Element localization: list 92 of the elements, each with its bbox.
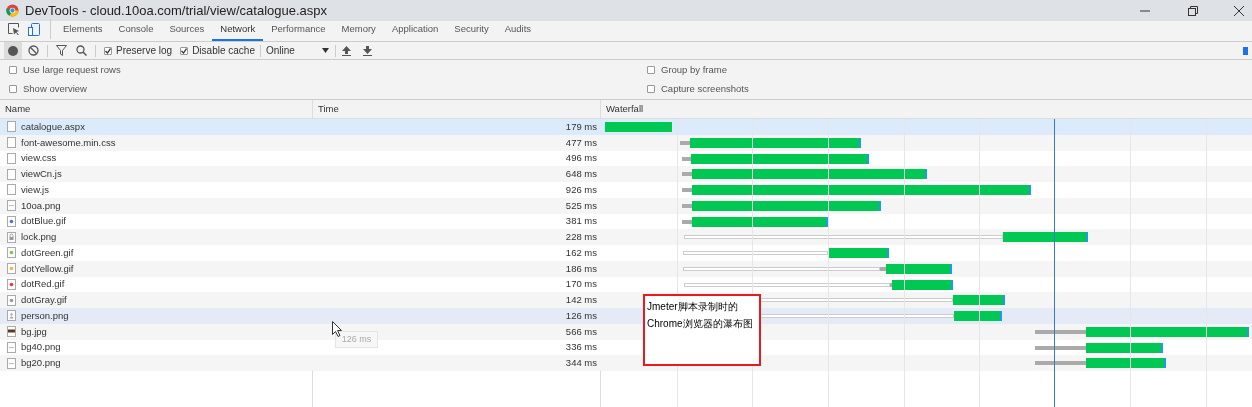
file-icon xyxy=(7,137,16,149)
image-file-icon xyxy=(7,326,16,338)
file-icon xyxy=(7,168,16,180)
mouse-cursor-icon xyxy=(332,321,343,337)
request-time: 162 ms xyxy=(565,245,597,260)
throttling-dropdown[interactable]: Online xyxy=(265,43,329,58)
checkbox[interactable] xyxy=(180,46,189,55)
checkbox[interactable] xyxy=(647,85,655,94)
inspect-icon[interactable] xyxy=(8,23,20,35)
request-time: 344 ms xyxy=(565,356,597,370)
image-file-icon xyxy=(7,341,16,353)
file-name: lock.png xyxy=(21,230,57,244)
file-name: bg20.png xyxy=(21,356,61,370)
request-time: 496 ms xyxy=(565,151,597,166)
device-toggle-icon[interactable] xyxy=(28,22,40,36)
file-name: dotGray.gif xyxy=(21,293,67,307)
close-icon[interactable] xyxy=(1234,5,1244,16)
checkbox-label: Preserve log xyxy=(116,44,173,58)
file-name: view.css xyxy=(21,151,57,166)
tab[interactable]: Elements xyxy=(55,20,111,41)
checkbox[interactable] xyxy=(104,46,112,55)
column-header[interactable]: Time xyxy=(318,101,339,117)
image-file-icon xyxy=(7,247,16,259)
image-file-icon xyxy=(7,231,16,243)
request-time: 186 ms xyxy=(565,261,597,276)
request-row[interactable]: lock.png 228 ms xyxy=(0,229,1252,245)
column-header[interactable]: Name xyxy=(5,101,31,117)
image-file-icon xyxy=(7,278,16,290)
image-file-icon xyxy=(7,200,16,212)
restore-icon[interactable] xyxy=(1188,5,1198,16)
file-icon xyxy=(7,152,16,164)
tab[interactable]: Application xyxy=(383,20,447,41)
import-icon[interactable] xyxy=(341,45,351,56)
window-title: DevTools - cloud.10oa.com/trial/view/catalogue.aspx xyxy=(25,1,328,20)
image-file-icon xyxy=(7,215,16,227)
tab[interactable]: Performance xyxy=(263,20,334,41)
checkbox-label: Disable cache xyxy=(192,44,255,58)
file-name: catalogue.aspx xyxy=(21,119,85,134)
option-label: Capture screenshots xyxy=(661,82,749,97)
tab[interactable]: Memory xyxy=(333,20,384,41)
request-time: 228 ms xyxy=(565,230,597,244)
file-name: view.js xyxy=(21,182,49,197)
request-row[interactable]: catalogue.aspx 179 ms xyxy=(0,119,1252,135)
clear-icon[interactable] xyxy=(28,45,39,56)
request-time: 179 ms xyxy=(565,119,597,134)
file-icon xyxy=(7,184,16,196)
request-row[interactable]: viewCn.js 648 ms xyxy=(0,166,1252,182)
record-icon[interactable] xyxy=(8,45,18,56)
file-name: bg.jpg xyxy=(21,324,47,339)
file-name: dotYellow.gif xyxy=(21,261,74,276)
export-icon[interactable] xyxy=(362,45,372,56)
option-label: Show overview xyxy=(23,82,87,97)
file-name: dotGreen.gif xyxy=(21,245,74,260)
tab[interactable]: Audits xyxy=(496,20,540,41)
option-label: Group by frame xyxy=(661,62,727,77)
column-header[interactable]: Waterfall xyxy=(606,101,644,117)
browser-logo-icon xyxy=(6,4,19,17)
image-file-icon xyxy=(7,263,16,275)
file-name: person.png xyxy=(21,308,69,323)
request-time: 336 ms xyxy=(565,340,597,355)
tooltip: 126 ms xyxy=(335,331,378,348)
file-name: 10oa.png xyxy=(21,198,61,213)
request-time: 170 ms xyxy=(565,277,597,292)
tab[interactable]: Sources xyxy=(161,20,213,41)
file-name: font-awesome.min.css xyxy=(21,135,116,150)
checkbox[interactable] xyxy=(9,85,17,94)
checkbox[interactable] xyxy=(9,65,17,74)
search-icon[interactable] xyxy=(76,45,87,56)
tab[interactable]: Security xyxy=(446,20,497,41)
image-file-icon xyxy=(7,310,16,322)
request-time: 566 ms xyxy=(565,324,597,339)
file-name: viewCn.js xyxy=(21,167,62,181)
checkbox[interactable] xyxy=(647,65,655,74)
request-time: 648 ms xyxy=(565,167,597,181)
filter-icon[interactable] xyxy=(56,45,67,56)
tab[interactable]: Console xyxy=(110,20,162,41)
waterfall-bar xyxy=(605,122,673,132)
request-time: 525 ms xyxy=(565,198,597,213)
image-file-icon xyxy=(7,357,16,369)
file-name: bg40.png xyxy=(21,340,61,355)
file-icon xyxy=(7,121,16,133)
request-time: 142 ms xyxy=(565,293,597,307)
request-time: 381 ms xyxy=(565,214,597,229)
request-time: 477 ms xyxy=(565,135,597,150)
request-row[interactable]: bg20.png 344 ms xyxy=(0,355,1252,371)
dropdown-caret-icon xyxy=(321,48,329,53)
request-time: 126 ms xyxy=(565,308,597,323)
image-file-icon xyxy=(7,294,16,306)
request-time: 926 ms xyxy=(565,182,597,197)
file-name: dotRed.gif xyxy=(21,277,65,292)
file-name: dotBlue.gif xyxy=(21,214,66,229)
option-label: Use large request rows xyxy=(23,62,121,77)
